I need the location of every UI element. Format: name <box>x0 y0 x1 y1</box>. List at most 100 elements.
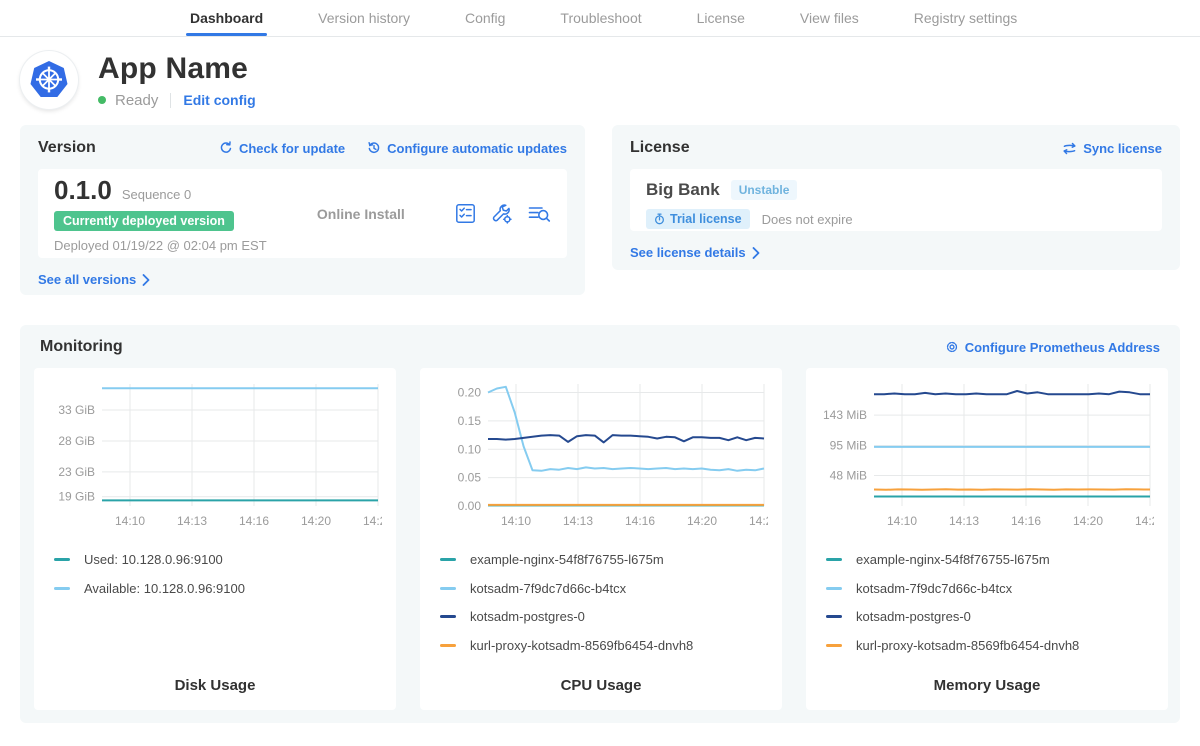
svg-text:14:16: 14:16 <box>1011 514 1041 528</box>
legend-item: Used: 10.128.0.96:9100 <box>54 552 382 567</box>
version-sequence: Sequence 0 <box>122 187 191 202</box>
monitoring-card: Monitoring Configure Prometheus Address … <box>20 325 1180 723</box>
preflight-checks-icon[interactable] <box>455 203 476 224</box>
legend-item: kotsadm-postgres-0 <box>440 609 768 624</box>
svg-text:14:20: 14:20 <box>1073 514 1103 528</box>
refresh-icon <box>219 141 233 155</box>
series-swatch <box>826 615 842 618</box>
legend-item: kotsadm-postgres-0 <box>826 609 1154 624</box>
sync-license-link[interactable]: Sync license <box>1062 141 1162 156</box>
top-nav: Dashboard Version history Config Trouble… <box>0 0 1200 37</box>
check-for-update-link[interactable]: Check for update <box>219 141 345 156</box>
svg-text:14:10: 14:10 <box>887 514 917 528</box>
chart-title: Disk Usage <box>48 677 382 694</box>
customer-name: Big Bank <box>646 180 720 200</box>
series-swatch <box>440 587 456 590</box>
tab-dashboard[interactable]: Dashboard <box>190 0 263 36</box>
legend-item: kotsadm-7f9dc7d66c-b4tcx <box>440 581 768 596</box>
tab-version-history[interactable]: Version history <box>318 0 410 36</box>
view-diff-logs-icon[interactable] <box>528 204 551 224</box>
page-title: App Name <box>98 52 256 86</box>
divider <box>170 93 171 108</box>
svg-text:143 MiB: 143 MiB <box>823 408 867 422</box>
configure-prometheus-link[interactable]: Configure Prometheus Address <box>945 340 1160 355</box>
svg-text:14:13: 14:13 <box>177 514 207 528</box>
configure-automatic-updates-link[interactable]: Configure automatic updates <box>367 141 567 156</box>
version-card-title: Version <box>38 139 96 157</box>
license-expiry: Does not expire <box>762 212 853 227</box>
license-panel: Big Bank Unstable Trial license Does not… <box>630 169 1162 231</box>
svg-text:14:13: 14:13 <box>563 514 593 528</box>
series-swatch <box>826 644 842 647</box>
app-status: Ready <box>115 92 158 109</box>
legend-item: example-nginx-54f8f76755-l675m <box>440 552 768 567</box>
memory-usage-chart[interactable]: 48 MiB 95 MiB 143 MiB 14:10 14:13 14:16 14:20 1… <box>820 378 1154 542</box>
svg-text:14:23: 14:23 <box>749 514 768 528</box>
memory-usage-panel: 48 MiB 95 MiB 143 MiB 14:10 14:13 14:16 14:20 1… <box>806 368 1168 710</box>
series-swatch <box>440 615 456 618</box>
cpu-usage-chart[interactable]: 0.00 0.05 0.10 0.15 0.20 14:10 14:13 14:16 14:20… <box>434 378 768 542</box>
series-swatch <box>54 558 70 561</box>
legend-item: kurl-proxy-kotsadm-8569fb6454-dnvh8 <box>440 638 768 653</box>
see-all-versions-link[interactable]: See all versions <box>38 272 150 287</box>
legend-item: kotsadm-7f9dc7d66c-b4tcx <box>826 581 1154 596</box>
svg-text:33 GiB: 33 GiB <box>58 403 95 417</box>
tab-troubleshoot[interactable]: Troubleshoot <box>560 0 641 36</box>
svg-text:14:10: 14:10 <box>115 514 145 528</box>
ready-status-dot <box>98 96 106 104</box>
version-number: 0.1.0 <box>54 175 112 206</box>
legend-item: Available: 10.128.0.96:9100 <box>54 581 382 596</box>
svg-text:14:23: 14:23 <box>1135 514 1154 528</box>
edit-config-link[interactable]: Edit config <box>183 92 255 108</box>
legend-item: kurl-proxy-kotsadm-8569fb6454-dnvh8 <box>826 638 1154 653</box>
license-type-badge: Trial license <box>646 209 750 229</box>
svg-text:14:10: 14:10 <box>501 514 531 528</box>
svg-text:14:13: 14:13 <box>949 514 979 528</box>
svg-text:0.15: 0.15 <box>458 414 482 428</box>
see-license-details-link[interactable]: See license details <box>630 245 760 260</box>
series-swatch <box>440 558 456 561</box>
monitoring-title: Monitoring <box>40 338 123 356</box>
svg-text:14:20: 14:20 <box>301 514 331 528</box>
series-swatch <box>826 587 842 590</box>
svg-text:95 MiB: 95 MiB <box>830 439 867 453</box>
deployed-badge: Currently deployed version <box>54 211 234 231</box>
tab-registry-settings[interactable]: Registry settings <box>914 0 1017 36</box>
deployed-timestamp: Deployed 01/19/22 @ 02:04 pm EST <box>54 238 267 253</box>
legend-item: example-nginx-54f8f76755-l675m <box>826 552 1154 567</box>
stopwatch-icon <box>654 213 665 225</box>
kubernetes-logo-icon <box>20 51 78 109</box>
version-card: Version Check for update <box>20 125 585 295</box>
app-header: App Name Ready Edit config <box>20 51 1180 109</box>
tab-license[interactable]: License <box>697 0 745 36</box>
chart-title: Memory Usage <box>820 677 1154 694</box>
cpu-usage-panel: 0.00 0.05 0.10 0.15 0.20 14:10 14:13 14:16 14:20… <box>420 368 782 710</box>
channel-badge: Unstable <box>731 180 798 200</box>
svg-text:14:20: 14:20 <box>687 514 717 528</box>
svg-text:14:16: 14:16 <box>625 514 655 528</box>
config-wrench-icon[interactable] <box>491 203 513 225</box>
chevron-right-icon <box>752 247 760 259</box>
sync-arrows-icon <box>1062 142 1077 155</box>
tab-view-files[interactable]: View files <box>800 0 859 36</box>
svg-text:0.20: 0.20 <box>458 386 482 400</box>
svg-text:28 GiB: 28 GiB <box>58 434 95 448</box>
disk-usage-chart[interactable]: 19 GiB23 GiB28 GiB33 GiB14:1014:1314:161… <box>48 378 382 542</box>
series-swatch <box>826 558 842 561</box>
tab-config[interactable]: Config <box>465 0 505 36</box>
svg-text:0.10: 0.10 <box>458 442 482 456</box>
svg-text:48 MiB: 48 MiB <box>830 469 867 483</box>
license-card-title: License <box>630 139 690 157</box>
chevron-right-icon <box>142 274 150 286</box>
license-card: License Sync license Big Bank Unstable <box>612 125 1180 270</box>
svg-text:19 GiB: 19 GiB <box>58 490 95 504</box>
current-version-panel: 0.1.0 Sequence 0 Currently deployed vers… <box>38 169 567 258</box>
svg-text:0.05: 0.05 <box>458 471 482 485</box>
svg-text:23 GiB: 23 GiB <box>58 465 95 479</box>
clock-refresh-icon <box>367 141 381 155</box>
disk-usage-panel: 19 GiB23 GiB28 GiB33 GiB14:1014:1314:161… <box>34 368 396 710</box>
series-swatch <box>54 587 70 590</box>
chart-title: CPU Usage <box>434 677 768 694</box>
svg-text:0.00: 0.00 <box>458 499 482 513</box>
svg-text:14:23: 14:23 <box>363 514 382 528</box>
